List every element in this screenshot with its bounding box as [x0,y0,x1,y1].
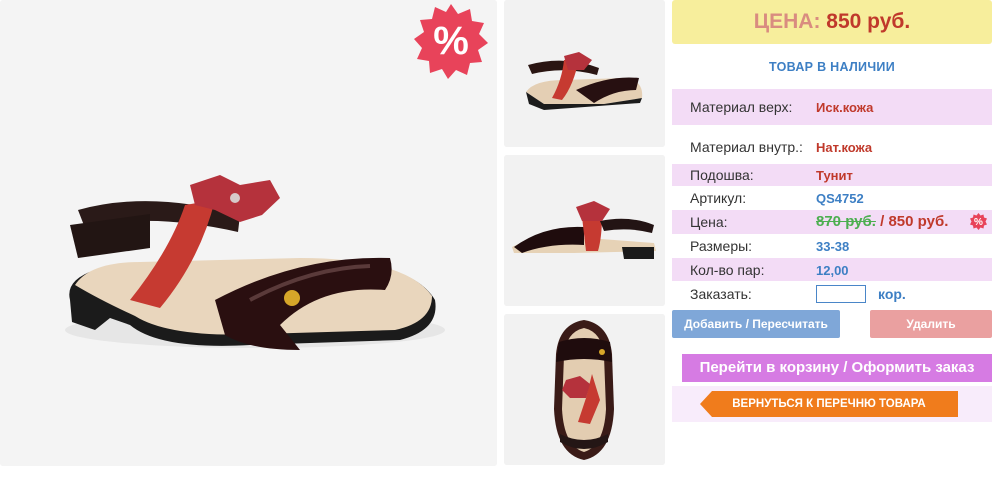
spec-value: Тунит [816,168,853,183]
back-button-container: ВЕРНУТЬСЯ К ПЕРЕЧНЮ ТОВАРА [672,386,992,422]
spec-key: Кол-во пар: [690,262,765,278]
spec-value: 33-38 [816,239,850,254]
quantity-unit: кор. [878,286,906,302]
discount-symbol: % [433,19,469,63]
go-to-cart-button[interactable]: Перейти в корзину / Оформить заказ [682,354,992,382]
sandal-side-thumb [504,0,665,147]
spec-key: Материал верх: [690,99,793,115]
back-to-list-button[interactable]: ВЕРНУТЬСЯ К ПЕРЕЧНЮ ТОВАРА [700,391,958,417]
order-quantity-input[interactable] [816,285,866,303]
discount-badge-icon: % [414,4,488,79]
sandal-top-thumb [504,314,665,465]
remove-button[interactable]: Удалить [870,310,992,338]
thumbnail-3[interactable] [504,314,665,465]
spec-value: 870 руб. / 850 руб. [816,213,948,230]
spec-key: Заказать: [690,286,752,302]
spec-row-article: Артикул: QS4752 [672,187,992,209]
spec-key: Подошва: [690,167,754,183]
spec-row-material-inner: Материал внутр.: Нат.кожа [672,130,992,162]
spec-value: Нат.кожа [816,140,873,155]
price-label: ЦЕНА: [753,10,821,33]
stock-status: ТОВАР В НАЛИЧИИ [768,60,895,74]
spec-value: 12,00 [816,263,849,278]
new-price: 850 руб. [888,213,949,230]
spec-row-sizes: Размеры: 33-38 [672,235,992,257]
thumbnail-2[interactable] [504,155,665,306]
thumbnail-1[interactable] [504,0,665,147]
price-header: ЦЕНА: 850 руб. [672,0,992,44]
spec-row-sole: Подошва: Тунит [672,164,992,186]
spec-row-material-top: Материал верх: Иск.кожа [672,89,992,125]
spec-key: Артикул: [690,190,747,206]
price-value: 850 руб. [826,10,911,33]
spec-value: Иск.кожа [816,100,874,115]
spec-row-price: Цена: 870 руб. / 850 руб. % [672,210,992,234]
discount-mini-symbol: % [974,217,983,228]
spec-key: Цена: [690,214,728,230]
spec-value: QS4752 [816,191,864,206]
discount-mini-icon: % [970,213,987,230]
sandal-angle-thumb [504,155,665,306]
price-separator: / [875,213,889,230]
spec-key: Размеры: [690,238,753,254]
spec-row-pairs: Кол-во пар: 12,00 [672,258,992,281]
spec-key: Материал внутр.: [690,139,803,155]
old-price: 870 руб. [816,213,876,230]
add-recalculate-button[interactable]: Добавить / Пересчитать [672,310,840,338]
